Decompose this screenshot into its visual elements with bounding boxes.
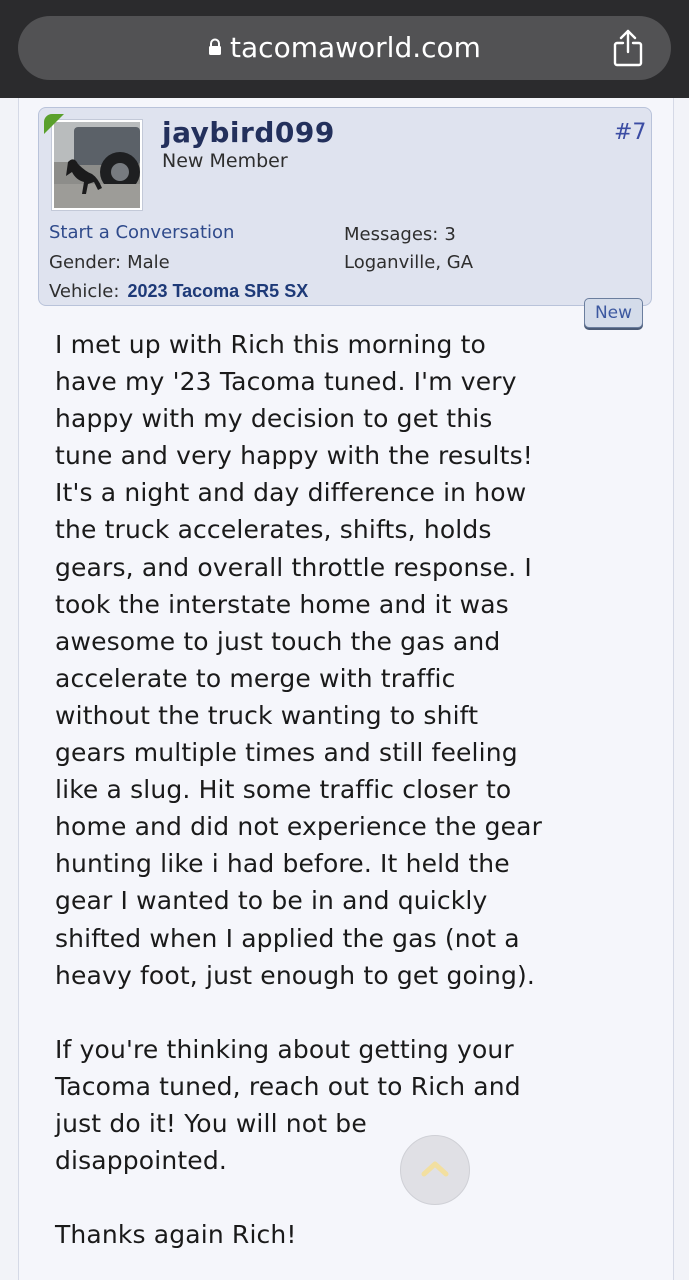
messages-value: 3: [444, 224, 456, 245]
post-paragraph: I met up with Rich this morning to have …: [55, 330, 543, 990]
address-bar[interactable]: tacomaworld.com: [18, 16, 671, 80]
vehicle-label: Vehicle:: [49, 281, 120, 302]
post-content: I met up with Rich this morning to have …: [55, 326, 585, 1253]
messages-row: Messages: 3: [344, 224, 456, 245]
share-icon[interactable]: [611, 28, 645, 68]
username[interactable]: jaybird099: [162, 116, 335, 149]
url-display[interactable]: tacomaworld.com: [18, 16, 671, 80]
post-paragraph: Thanks again Rich!: [55, 1220, 297, 1250]
gender-row: Gender: Male: [49, 252, 170, 273]
vehicle-value: 2023 Tacoma SR5 SX: [127, 281, 309, 301]
chevron-up-icon: [421, 1161, 449, 1177]
new-badge[interactable]: New: [584, 298, 643, 328]
avatar[interactable]: [52, 120, 142, 210]
start-conversation-link[interactable]: Start a Conversation: [49, 222, 234, 243]
vehicle-row: Vehicle: 2023 Tacoma SR5 SX: [49, 281, 308, 302]
messages-label: Messages:: [344, 224, 439, 245]
post-paragraph: If you're thinking about getting your Ta…: [55, 1034, 521, 1175]
post-number-link[interactable]: #7: [614, 120, 646, 145]
user-title: New Member: [162, 150, 288, 172]
url-text: tacomaworld.com: [230, 31, 481, 64]
browser-chrome: tacomaworld.com: [0, 0, 689, 98]
gender-label: Gender:: [49, 252, 122, 273]
scroll-to-top-button[interactable]: [400, 1135, 470, 1205]
online-indicator: [44, 114, 64, 134]
location: Loganville, GA: [344, 252, 474, 273]
gender-value: Male: [127, 252, 170, 273]
lock-icon: [208, 15, 222, 79]
